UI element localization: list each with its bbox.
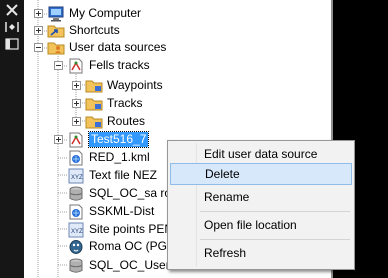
gps-file-icon — [67, 58, 85, 74]
tree-item-label: My Computer — [69, 6, 142, 20]
expand-icon[interactable] — [34, 26, 43, 35]
menu-item-delete[interactable]: Delete — [170, 163, 352, 185]
context-menu: Edit user data source Delete Rename Open… — [167, 140, 355, 270]
collapse-tree-icon[interactable] — [34, 43, 43, 52]
kml-file-icon — [67, 204, 85, 220]
menu-item-rename[interactable]: Rename — [170, 186, 352, 208]
database-icon — [67, 258, 85, 274]
expand-icon[interactable] — [54, 135, 63, 144]
expand-icon[interactable] — [72, 81, 81, 90]
tree-item-sskml-dist[interactable]: SSKML-Dist — [67, 203, 154, 220]
expand-icon[interactable] — [72, 117, 81, 126]
menu-item-edit-user-data-source[interactable]: Edit user data source — [170, 143, 352, 165]
svg-text:XYZ: XYZ — [71, 229, 83, 235]
tree-item-label: Roma OC (PGI — [89, 239, 171, 253]
left-toolbar — [0, 0, 24, 278]
expand-icon[interactable] — [34, 9, 43, 18]
svg-text:XYZ: XYZ — [71, 175, 83, 181]
menu-separator — [200, 239, 350, 240]
tree-item-text-file-nez[interactable]: XYZ Text file NEZ — [67, 167, 157, 184]
kml-file-icon — [67, 150, 85, 166]
gps-file-icon — [67, 132, 85, 148]
folder-icon — [85, 96, 103, 112]
folder-icon — [85, 114, 103, 130]
tree-item-my-computer[interactable]: My Computer — [34, 5, 141, 22]
tree-item-red-1-kml[interactable]: RED_1.kml — [67, 149, 150, 166]
postgres-icon — [67, 239, 85, 255]
collapse-icon[interactable] — [5, 21, 19, 33]
xyz-file-icon: XYZ — [67, 168, 85, 184]
tree-item-label: Fells tracks — [89, 58, 150, 72]
tree-item-label: Tracks — [107, 96, 143, 110]
tree-item-label: SQL_OC_sa ron — [89, 186, 178, 200]
tree-item-label: Site points PEN — [89, 222, 174, 236]
tree-item-label: Text file NEZ — [89, 168, 158, 182]
tree-item-label: Test516_7 — [87, 131, 150, 148]
database-icon — [67, 186, 85, 202]
menu-item-refresh[interactable]: Refresh — [170, 242, 352, 264]
shortcut-folder-icon — [47, 23, 65, 39]
tree-item-user-data-sources[interactable]: User data sources — [34, 39, 166, 56]
tree-item-site-points-pen[interactable]: XYZ Site points PEN — [67, 221, 173, 238]
user-folder-icon — [47, 40, 65, 56]
computer-icon — [47, 6, 65, 22]
tree-item-fells-tracks[interactable]: Fells tracks — [54, 57, 150, 74]
tree-item-label: Shortcuts — [69, 23, 120, 37]
close-icon[interactable] — [5, 4, 19, 16]
menu-item-open-file-location[interactable]: Open file location — [170, 214, 352, 236]
tree-item-roma-oc[interactable]: Roma OC (PGI — [67, 238, 170, 255]
expand-icon[interactable] — [72, 99, 81, 108]
menu-separator — [200, 211, 350, 212]
tree-item-test516-7[interactable]: Test516_7 — [54, 131, 150, 148]
tree-item-label: SSKML-Dist — [89, 204, 155, 218]
folder-icon — [85, 78, 103, 94]
tree-item-sql-oc-sa[interactable]: SQL_OC_sa ron — [67, 185, 178, 202]
tree-item-shortcuts[interactable]: Shortcuts — [34, 22, 120, 39]
tree-item-label: Routes — [107, 114, 146, 128]
tree-item-label: Waypoints — [107, 78, 163, 92]
tree-item-tracks[interactable]: Tracks — [72, 95, 143, 112]
collapse-tree-icon[interactable] — [54, 61, 63, 70]
tree-item-label: RED_1.kml — [89, 150, 150, 164]
xyz-file-icon: XYZ — [67, 222, 85, 238]
panel-icon[interactable] — [5, 38, 19, 50]
tree-item-routes[interactable]: Routes — [72, 113, 145, 130]
tree-item-waypoints[interactable]: Waypoints — [72, 77, 163, 94]
tree-item-label: User data sources — [69, 40, 167, 54]
